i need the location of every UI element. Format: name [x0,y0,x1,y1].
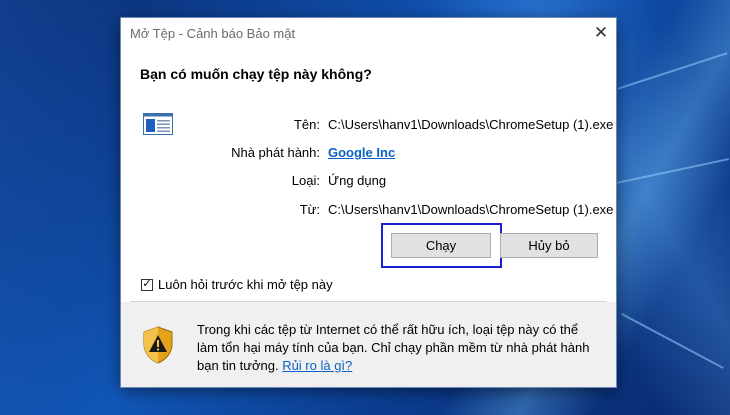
from-label: Từ: [299,202,320,217]
type-label: Loại: [291,173,320,188]
close-icon: ✕ [593,23,609,42]
publisher-label: Nhà phát hành: [231,145,320,160]
security-warning-dialog: Mở Tệp - Cảnh báo Bảo mật ✕ Bạn có muốn … [121,18,616,387]
cancel-button[interactable]: Hủy bỏ [500,233,598,258]
always-ask-checkbox[interactable]: ✓ [141,278,153,291]
always-ask-option[interactable]: ✓ Luôn hỏi trước khi mở tệp này [141,277,333,292]
checkmark-icon: ✓ [142,278,152,290]
warning-message: Trong khi các tệp từ Internet có thể rất… [197,321,602,375]
risk-info-link[interactable]: Rủi ro là gì? [282,358,352,373]
publisher-link[interactable]: Google Inc [328,145,395,160]
close-button[interactable]: ✕ [586,18,616,48]
from-value: C:\Users\hanv1\Downloads\ChromeSetup (1)… [328,202,614,217]
name-label: Tên: [293,117,320,132]
warning-text: Trong khi các tệp từ Internet có thể rất… [197,322,590,373]
type-value: Ứng dụng [328,173,387,188]
name-value: C:\Users\hanv1\Downloads\ChromeSetup (1)… [328,117,614,132]
always-ask-label[interactable]: Luôn hỏi trước khi mở tệp này [158,277,333,292]
security-shield-icon [143,326,173,364]
dialog-titlebar[interactable]: Mở Tệp - Cảnh báo Bảo mật ✕ [121,18,616,48]
run-button[interactable]: Chạy [391,233,491,258]
run-question: Bạn có muốn chạy tệp này không? [140,66,372,82]
dialog-title: Mở Tệp - Cảnh báo Bảo mật [130,26,296,41]
warning-panel: Trong khi các tệp từ Internet có thể rất… [121,302,616,387]
